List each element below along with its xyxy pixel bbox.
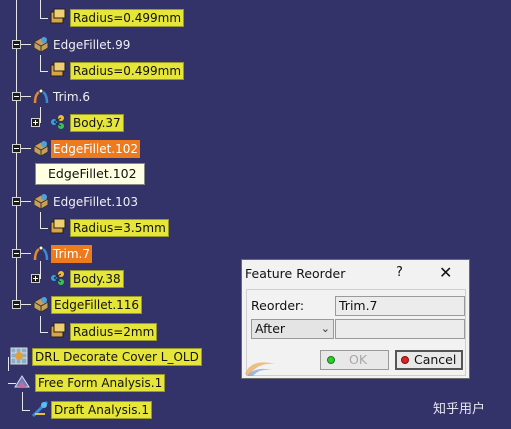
tree-node-label: EdgeFillet.102 <box>51 140 141 158</box>
position-select-value: After <box>255 321 286 336</box>
dialog-title: Feature Reorder <box>245 266 346 281</box>
tree-node-label: EdgeFillet.103 <box>53 195 139 209</box>
tree-node-label: Radius=3.5mm <box>70 219 169 237</box>
tree-node-label: Trim.7 <box>51 245 92 263</box>
tree-node-label: EdgeFillet.116 <box>51 296 143 314</box>
ok-button[interactable]: OK <box>320 350 389 370</box>
tree-node-label: Radius=0.499mm <box>70 9 185 27</box>
tooltip: EdgeFillet.102 <box>35 163 145 185</box>
collapse-icon[interactable] <box>12 144 21 153</box>
target-feature-field[interactable] <box>335 319 465 339</box>
tree-node-label: EdgeFillet.99 <box>53 38 131 52</box>
edge-fillet-icon <box>33 297 49 313</box>
body-icon <box>51 271 64 285</box>
collapse-icon[interactable] <box>12 92 21 101</box>
tree-line <box>21 44 31 45</box>
tree-node-analysis[interactable]: Draft Analysis.1 <box>0 400 200 420</box>
close-button[interactable]: ✕ <box>439 263 452 282</box>
tree-node-label: Body.37 <box>70 114 124 132</box>
tree-node-label: Draft Analysis.1 <box>51 401 152 419</box>
parameter-icon <box>50 8 66 24</box>
tree-node-body[interactable]: Body.38 <box>0 269 200 289</box>
tree-line <box>21 253 31 254</box>
tree-node-body[interactable]: Body.37 <box>0 113 200 133</box>
watermark: 知乎用户 <box>433 402 486 417</box>
tree-node-label: DRL Decorate Cover L_OLD <box>32 348 202 366</box>
tree-node-parameter[interactable]: Radius=3.5mm <box>0 218 200 238</box>
edge-fillet-icon <box>33 37 49 53</box>
collapse-icon[interactable] <box>12 249 21 258</box>
feature-reorder-dialog: Feature Reorder ? ✕ Reorder: Trim.7 Afte… <box>241 259 470 379</box>
tree-line <box>21 304 31 305</box>
tree-node-edgefillet-selected[interactable]: EdgeFillet.102 <box>0 139 200 159</box>
reorder-feature-field[interactable]: Trim.7 <box>335 296 465 316</box>
tree-line <box>21 96 31 97</box>
tree-node-trim[interactable]: Trim.6 <box>0 87 200 107</box>
tree-node-analysis[interactable]: Free Form Analysis.1 <box>0 373 200 393</box>
tree-node-parameter[interactable]: Radius=0.499mm <box>0 8 200 28</box>
tree-node-label: Body.38 <box>70 270 124 288</box>
chevron-down-icon: ⌄ <box>320 322 330 335</box>
cancel-indicator-icon <box>401 356 409 364</box>
collapse-icon[interactable] <box>12 40 21 49</box>
expand-icon[interactable] <box>31 118 40 127</box>
trim-icon <box>33 88 49 104</box>
ok-button-label: OK <box>349 352 368 367</box>
trim-icon <box>33 245 49 261</box>
help-button[interactable]: ? <box>396 265 403 280</box>
parameter-icon <box>50 322 66 338</box>
catia-swoosh-logo <box>245 362 275 376</box>
tree-node-label: Radius=0.499mm <box>70 62 185 80</box>
tree-node-edgefillet[interactable]: EdgeFillet.99 <box>0 35 200 55</box>
tree-node-label: Radius=2mm <box>70 323 158 341</box>
reorder-label: Reorder: <box>251 298 305 313</box>
collapse-icon[interactable] <box>12 197 21 206</box>
expand-icon[interactable] <box>31 274 40 283</box>
body-icon <box>51 115 64 129</box>
cancel-button-label: Cancel <box>414 352 457 367</box>
part-icon <box>10 347 28 365</box>
position-select[interactable]: After ⌄ <box>251 319 334 339</box>
tree-node-trim-selected[interactable]: Trim.7 <box>0 244 200 264</box>
tree-node-parameter[interactable]: Radius=2mm <box>0 322 200 342</box>
tree-node-edgefillet[interactable]: EdgeFillet.103 <box>0 192 200 212</box>
parameter-icon <box>50 61 66 77</box>
tree-node-edgefillet[interactable]: EdgeFillet.116 <box>0 295 200 315</box>
draft-analysis-icon <box>31 400 49 418</box>
collapse-icon[interactable] <box>12 300 21 309</box>
edge-fillet-icon <box>33 141 49 157</box>
parameter-icon <box>50 218 66 234</box>
cancel-button[interactable]: Cancel <box>395 350 463 370</box>
tree-line <box>21 148 31 149</box>
free-form-analysis-icon <box>14 375 30 388</box>
edge-fillet-icon <box>33 194 49 210</box>
tree-node-parameter[interactable]: Radius=0.499mm <box>0 61 200 81</box>
tree-node-product[interactable]: DRL Decorate Cover L_OLD <box>0 347 220 367</box>
ok-indicator-icon <box>327 356 335 364</box>
tree-line <box>21 201 31 202</box>
tree-node-label: Free Form Analysis.1 <box>35 374 166 392</box>
tree-node-label: Trim.6 <box>53 90 90 104</box>
